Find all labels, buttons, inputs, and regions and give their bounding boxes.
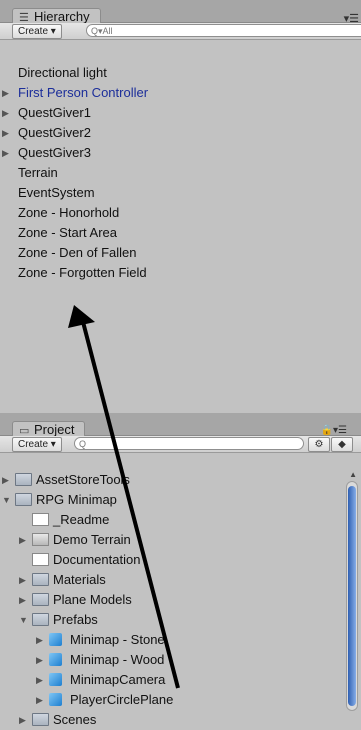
expand-arrow-icon[interactable]: ▶ [19,710,26,730]
prefab-cube-icon [49,633,62,646]
hierarchy-item-label: EventSystem [18,185,95,200]
expand-arrow-icon[interactable]: ▶ [19,570,26,590]
expand-arrow-icon[interactable]: ▶ [2,470,9,490]
hierarchy-panel: ☰ Hierarchy ▾☰ Create ▾ Q▾All Directional… [0,0,361,410]
project-panel: ▭ Project 🔒▾☰ Create ▾ Q ⚙ ◆ ▶ AssetStoreT… [0,413,361,727]
hierarchy-tab-bar: ☰ Hierarchy ▾☰ [0,0,361,25]
expand-arrow-icon[interactable]: ▶ [2,123,9,143]
project-item-label: PlayerCirclePlane [70,692,174,707]
prefab-cube-icon [49,673,62,686]
folder-icon [32,713,49,726]
hierarchy-item-label: QuestGiver2 [18,125,91,140]
create-button-label: Create [18,439,49,450]
hierarchy-item-label: Zone - Honorhold [18,205,120,220]
expand-arrow-icon[interactable]: ▶ [36,630,43,650]
hierarchy-item-label: QuestGiver1 [18,105,91,120]
hierarchy-item-label: QuestGiver3 [18,145,91,160]
folder-icon [15,493,32,506]
document-icon [32,553,49,566]
create-button-label: Create [18,26,49,37]
expand-arrow-icon[interactable]: ▶ [36,650,43,670]
expand-arrow-icon[interactable]: ▼ [2,490,11,510]
scrollbar-thumb[interactable] [348,486,356,706]
project-item-label: Plane Models [53,592,132,607]
prefab-cube-icon [49,693,62,706]
folder-icon [15,473,32,486]
project-item-label: _Readme [53,512,110,527]
project-scrollbar[interactable] [346,481,358,711]
scroll-up-icon[interactable]: ▲ [349,470,357,479]
expand-arrow-icon[interactable]: ▶ [2,143,9,163]
project-item-label: Materials [53,572,106,587]
project-item-label: Documentation [53,552,141,567]
folder-icon [32,593,49,606]
hierarchy-item-label: Directional light [18,65,107,80]
folder-icon [32,573,49,586]
create-button[interactable]: Create ▾ [12,24,62,39]
project-item-label: Scenes [53,712,97,727]
tab-project-label: Project [34,422,75,437]
hierarchy-search-input[interactable]: Q▾All [86,24,361,37]
project-tab-bar: ▭ Project 🔒▾☰ [0,413,361,438]
project-item-label: AssetStoreTools [36,472,130,487]
text-file-icon [32,513,49,526]
filter-by-label-icon[interactable]: ◆ [331,437,353,452]
hierarchy-item-label: Zone - Den of Fallen [18,245,137,260]
hierarchy-item-label: First Person Controller [18,85,149,100]
expand-arrow-icon[interactable]: ▶ [19,530,26,550]
hierarchy-item-label: Zone - Forgotten Field [18,265,147,280]
project-item-label: Prefabs [53,612,98,627]
lock-icon[interactable]: 🔒▾☰ [321,425,347,436]
hierarchy-toolbar: Create ▾ Q▾All [0,23,361,40]
project-toolbar: Create ▾ Q ⚙ ◆ [0,436,361,453]
tab-hierarchy-label: Hierarchy [34,9,90,24]
terrain-icon [32,533,49,546]
expand-arrow-icon[interactable]: ▶ [19,590,26,610]
folder-icon [32,613,49,626]
project-item-label: Demo Terrain [53,532,131,547]
project-item-label: Minimap - Stone [70,632,165,647]
project-item-label: MinimapCamera [70,672,166,687]
filter-by-type-icon[interactable]: ⚙ [308,437,330,452]
project-item-label: Minimap - Wood [70,652,165,667]
create-button[interactable]: Create ▾ [12,437,62,452]
expand-arrow-icon[interactable]: ▶ [2,83,9,103]
expand-arrow-icon[interactable]: ▶ [36,670,43,690]
expand-arrow-icon[interactable]: ▼ [19,610,28,630]
project-search-input[interactable]: Q [74,437,304,450]
prefab-cube-icon [49,653,62,666]
hierarchy-item-label: Terrain [18,165,58,180]
hierarchy-item-label: Zone - Start Area [18,225,117,240]
expand-arrow-icon[interactable]: ▶ [2,103,9,123]
project-item-label: RPG Minimap [36,492,117,507]
expand-arrow-icon[interactable]: ▶ [36,690,43,710]
